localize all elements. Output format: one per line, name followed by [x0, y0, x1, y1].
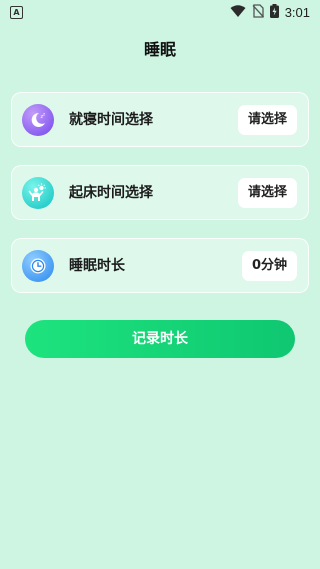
sleep-duration-label: 睡眠时长	[69, 258, 125, 274]
wakeup-row[interactable]: 起床时间选择 请选择	[11, 165, 309, 220]
status-right: 3:01	[230, 3, 310, 22]
sleep-duration-row: 睡眠时长 0分钟	[11, 238, 309, 293]
app-notification-icon: A	[10, 5, 23, 19]
wifi-icon	[230, 3, 246, 22]
bedtime-row[interactable]: z z 就寝时间选择 请选择	[11, 92, 309, 147]
battery-charging-icon	[269, 3, 279, 22]
status-left: A	[10, 5, 23, 19]
record-duration-button[interactable]: 记录时长	[25, 320, 295, 358]
clock-icon	[22, 250, 54, 282]
page-title: 睡眠	[143, 40, 176, 59]
wake-up-icon	[22, 177, 54, 209]
wakeup-label: 起床时间选择	[69, 185, 153, 201]
no-sim-icon	[252, 3, 264, 22]
sleep-duration-value: 0分钟	[241, 251, 297, 281]
moon-icon: z z	[22, 104, 54, 136]
bedtime-select-button[interactable]: 请选择	[237, 105, 297, 135]
status-bar: A 3:01	[0, 0, 320, 24]
bedtime-label: 就寝时间选择	[69, 112, 153, 128]
wakeup-select-button[interactable]: 请选择	[237, 178, 297, 208]
svg-text:z: z	[43, 112, 45, 117]
status-time: 3:01	[284, 4, 310, 20]
